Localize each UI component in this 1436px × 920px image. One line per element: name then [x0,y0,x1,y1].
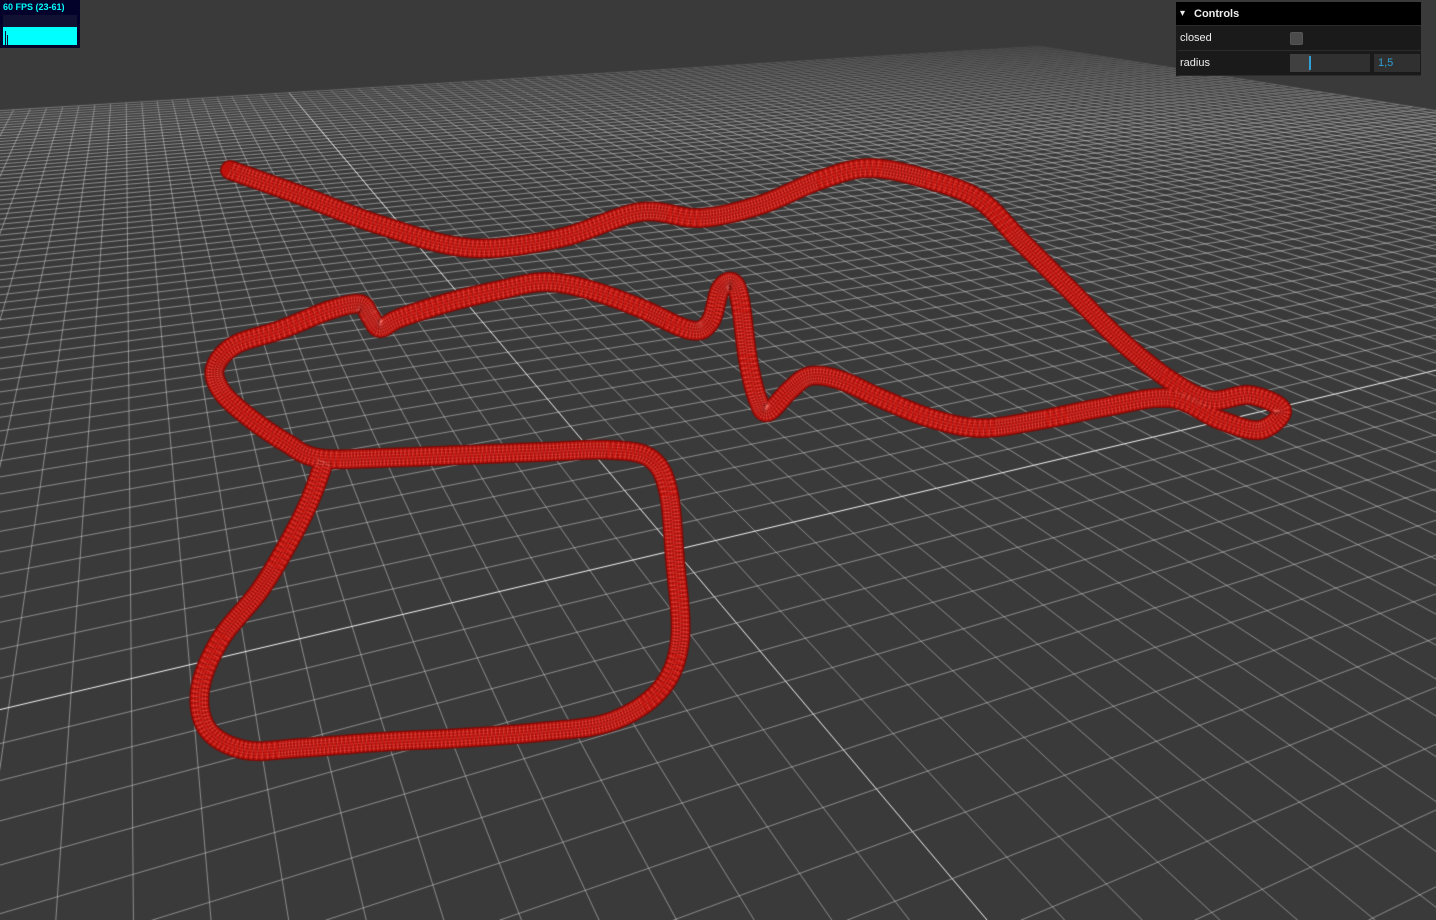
radius-slider-fill [1290,54,1310,72]
radius-slider[interactable] [1290,54,1370,72]
controls-title: Controls [1194,7,1240,20]
fps-graph-fill [3,27,77,45]
fps-stats-panel[interactable]: 60 FPS (23-61) [0,0,80,48]
radius-label: radius [1180,57,1210,69]
closed-checkbox[interactable] [1290,31,1303,45]
chevron-down-icon: ▾ [1180,8,1186,19]
fps-graph-dip [7,35,8,45]
fps-graph-dip [5,31,6,45]
radius-row: radius [1176,51,1421,76]
controls-title-bar[interactable]: ▾ Controls [1176,2,1421,26]
3d-viewport[interactable] [0,0,1436,920]
fps-graph [3,15,77,45]
controls-panel: ▾ Controls closed radius [1176,2,1421,76]
radius-input[interactable] [1374,54,1420,72]
radius-slider-knob[interactable] [1309,56,1311,70]
scene-canvas[interactable] [0,0,1436,920]
fps-readout: 60 FPS (23-61) [3,2,65,12]
closed-row: closed [1176,26,1421,51]
closed-label: closed [1180,32,1212,44]
